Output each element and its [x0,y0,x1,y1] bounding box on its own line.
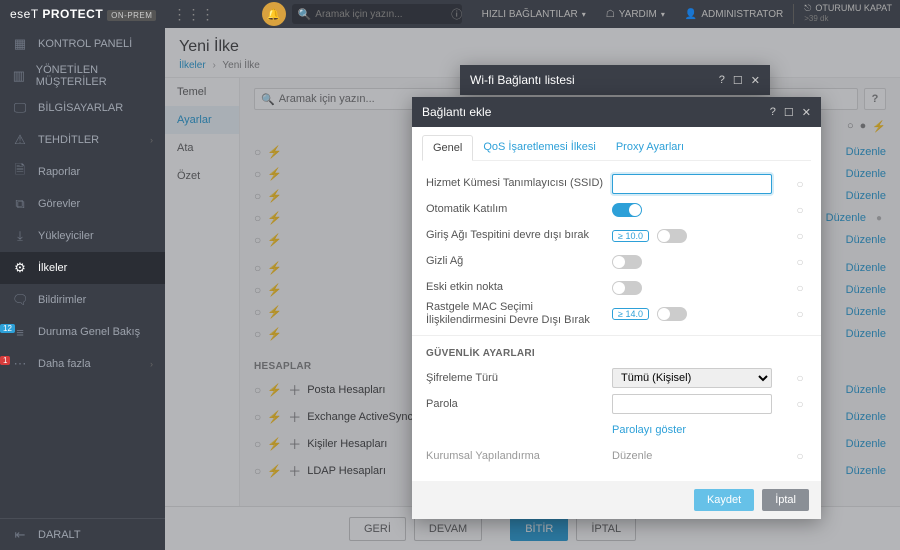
info-icon[interactable]: ⓘ [451,6,462,22]
version-pill: ≥ 10.0 [612,230,649,242]
sidebar-icon: ⋯ [12,356,28,372]
field-label: Şifreleme Türü [426,372,612,385]
close-icon[interactable]: ✕ [751,74,760,87]
modal-title: Wi-fi Bağlantı listesi [470,73,575,87]
form-row: Gizli Ağ ○ [426,249,807,275]
field-info-icon[interactable]: ○ [793,307,807,321]
field-label: Rastgele MAC Seçimi İlişkilendirmesini D… [426,301,612,327]
user-menu[interactable]: 👤ADMINISTRATOR [685,9,783,20]
sidebar-label: TEHDİTLER [38,134,99,146]
field-info-icon[interactable]: ○ [793,281,807,295]
modal-title: Bağlantı ekle [422,105,491,119]
collapse-sidebar[interactable]: ⇤DARALT [0,518,165,550]
sidebar-item[interactable]: ⧉ Görevler [0,188,165,220]
global-search-input[interactable] [315,9,447,20]
sidebar-label: Bildirimler [38,294,86,306]
field-info-icon[interactable]: ○ [793,449,807,463]
field-label: Eski etkin nokta [426,281,612,294]
sidebar-item[interactable]: ▥ YÖNETİLEN MÜŞTERİLER [0,60,165,92]
sidebar-item[interactable]: ⤓ Yükleyiciler [0,220,165,252]
sidebar-label: KONTROL PANELİ [38,38,132,50]
select-input[interactable]: Tümü (Kişisel) [612,368,772,388]
show-password-link[interactable]: Parolayı göster [612,424,686,436]
help-icon[interactable]: ? [719,74,725,87]
save-button[interactable]: Kaydet [694,489,754,511]
field-label: Hizmet Kümesi Tanımlayıcısı (SSID) [426,177,612,190]
sidebar-icon: 🖵 [12,100,28,116]
sidebar-icon: 🗎 [12,161,28,183]
logout-link[interactable]: ⎋OTURUMU KAPAT >39 dk [793,4,892,24]
sidebar-item[interactable]: ⚠TEHDİTLER› [0,124,165,156]
modal-tab[interactable]: QoS İşaretlemesi İlkesi [473,135,605,160]
sidebar-icon: 🗨 [12,292,28,308]
sidebar-icon: ⤓ [12,228,28,244]
field-label: Giriş Ağı Tespitini devre dışı bırak [426,229,612,242]
modal-tab[interactable]: Genel [422,135,473,161]
field-label: Kurumsal Yapılandırma [426,450,612,463]
field-info-icon[interactable]: ○ [793,229,807,243]
sidebar-item[interactable]: 12≡Duruma Genel Bakış [0,316,165,348]
field-label: Gizli Ağ [426,255,612,268]
notification-bell-icon[interactable]: 🔔 [262,2,286,26]
form-row: Giriş Ağı Tespitini devre dışı bırak ≥ 1… [426,223,807,249]
sidebar-icon: ▥ [12,68,26,84]
maximize-icon[interactable]: ☐ [733,74,743,87]
field-label: Parola [426,398,612,411]
corp-config-value: Düzenle [612,450,787,462]
help-link[interactable]: ☖YARDIM▾ [606,9,665,20]
sidebar-label: Yükleyiciler [38,230,94,242]
field-info-icon[interactable]: ○ [793,255,807,269]
global-search[interactable]: 🔍 ⓘ [292,4,462,24]
form-row: Rastgele MAC Seçimi İlişkilendirmesini D… [426,301,807,327]
sidebar-label: YÖNETİLEN MÜŞTERİLER [36,64,153,88]
sidebar-label: Duruma Genel Bakış [38,326,140,338]
field-info-icon[interactable]: ○ [793,203,807,217]
help-icon[interactable]: ? [770,106,776,119]
sidebar-icon: ⚙ [12,260,28,276]
toggle-switch[interactable] [657,229,687,243]
close-icon[interactable]: ✕ [802,106,811,119]
sidebar-label: BİLGİSAYARLAR [38,102,123,114]
search-icon: 🔍 [298,8,312,21]
sidebar-item[interactable]: 🗨 Bildirimler [0,284,165,316]
apps-icon[interactable]: ⋮⋮⋮ [172,6,214,23]
maximize-icon[interactable]: ☐ [784,106,794,119]
sidebar-label: Daha fazla [38,358,91,370]
sidebar-icon: ▦ [12,36,28,52]
password-input[interactable] [612,394,772,414]
modal-tab[interactable]: Proxy Ayarları [606,135,694,160]
field-info-icon[interactable]: ○ [793,371,807,385]
modal-cancel-button[interactable]: İptal [762,489,809,511]
field-info-icon[interactable]: ○ [793,397,807,411]
toggle-switch[interactable] [612,281,642,295]
add-connection-modal: Bağlantı ekle ? ☐ ✕ GenelQoS İşaretlemes… [412,97,821,519]
sidebar-item[interactable]: ⚙ İlkeler [0,252,165,284]
field-info-icon[interactable]: ○ [793,177,807,191]
form-row: Parola ○ [426,391,807,417]
sidebar-item[interactable]: 1⋯Daha fazla› [0,348,165,380]
sidebar-item[interactable]: 🗎 Raporlar [0,156,165,188]
form-row: Eski etkin nokta ○ [426,275,807,301]
toggle-switch[interactable] [612,255,642,269]
sidebar-icon: ⚠ [12,132,28,148]
brand-logo: eseT PROTECTON-PREM [0,7,166,21]
toggle-switch[interactable] [612,203,642,217]
sidebar-item[interactable]: ▦ KONTROL PANELİ [0,28,165,60]
sidebar-item[interactable]: 🖵 BİLGİSAYARLAR [0,92,165,124]
form-row: Otomatik Katılım ○ [426,197,807,223]
text-input[interactable] [612,174,772,194]
version-pill: ≥ 14.0 [612,308,649,320]
field-label: Otomatik Katılım [426,203,612,216]
sidebar-icon: ⧉ [12,196,28,212]
sidebar-label: Görevler [38,198,80,210]
quick-links[interactable]: HIZLI BAĞLANTILAR▾ [482,9,586,20]
form-row: Hizmet Kümesi Tanımlayıcısı (SSID) ○ [426,171,807,197]
wifi-list-modal: Wi-fi Bağlantı listesi ? ☐ ✕ [460,65,770,95]
sidebar-label: İlkeler [38,262,67,274]
toggle-switch[interactable] [657,307,687,321]
section-header: GÜVENLİK AYARLARI [426,348,807,359]
form-row: Şifreleme TürüTümü (Kişisel) ○ [426,365,807,391]
sidebar-label: Raporlar [38,166,80,178]
